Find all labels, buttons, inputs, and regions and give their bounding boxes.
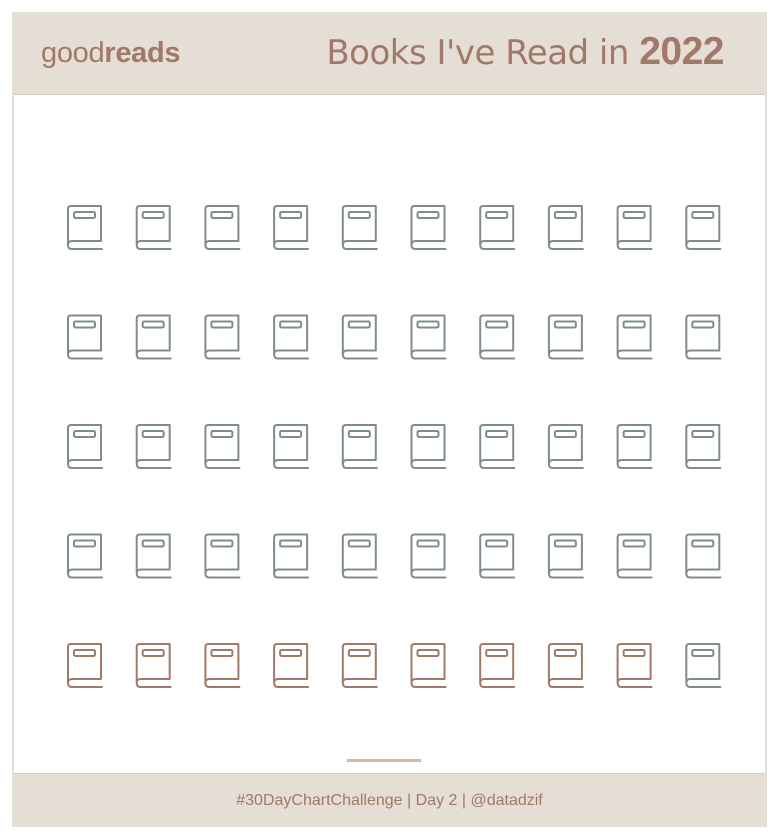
book-icon-unread <box>616 314 653 360</box>
book-icon-unread <box>685 424 722 469</box>
chart-title: Books I've Read in 2022 <box>326 30 724 74</box>
book-icon-unread <box>410 205 447 250</box>
book-icon-unread <box>410 314 447 360</box>
footer-caption: #30DayChartChallenge | Day 2 | @datadzif <box>236 792 543 809</box>
footer-divider <box>347 759 421 762</box>
book-icon-unread <box>273 205 310 250</box>
pictogram-svg <box>67 205 722 688</box>
book-icon-unread <box>341 314 378 360</box>
book-icon-unread <box>547 205 584 250</box>
book-icon-unread <box>135 533 172 579</box>
book-icon-read <box>204 643 241 688</box>
pictogram-plot <box>14 95 765 773</box>
book-icon-read <box>547 643 584 688</box>
book-icon-unread <box>479 424 516 469</box>
book-icon-unread <box>616 205 653 250</box>
book-icon-unread <box>479 314 516 360</box>
book-icon-read <box>67 643 103 688</box>
book-icon-unread <box>204 314 241 360</box>
book-icon-unread <box>67 533 103 579</box>
book-icon-unread <box>547 314 584 360</box>
book-icon-unread <box>616 533 653 579</box>
book-icon-read <box>135 643 172 688</box>
book-icon-unread <box>410 533 447 579</box>
book-icon-read <box>616 643 653 688</box>
chart-title-text: Books I've Read in <box>326 33 640 73</box>
book-icon-unread <box>204 533 241 579</box>
book-icon-unread <box>341 424 378 469</box>
book-icon-unread <box>135 205 172 250</box>
book-icon-unread <box>547 533 584 579</box>
book-icon-unread <box>479 533 516 579</box>
goodreads-logo: goodreads <box>41 37 181 70</box>
book-icon-unread <box>273 314 310 360</box>
logo-light-text: good <box>41 37 105 69</box>
book-icon-unread <box>67 314 103 360</box>
book-icon-unread <box>135 424 172 469</box>
book-icon-unread <box>67 205 103 250</box>
book-icon-unread <box>685 205 722 250</box>
book-icon-unread <box>410 424 447 469</box>
book-icon-unread <box>685 533 722 579</box>
book-icon-read <box>341 643 378 688</box>
book-icon-unread <box>685 643 722 688</box>
book-icon-read <box>273 643 310 688</box>
book-icon-unread <box>204 205 241 250</box>
book-icon-unread <box>135 314 172 360</box>
book-icon-unread <box>273 424 310 469</box>
book-icon-unread <box>341 533 378 579</box>
logo-bold-text: reads <box>104 37 181 69</box>
footer-band: #30DayChartChallenge | Day 2 | @datadzif <box>14 773 765 827</box>
book-icon-read <box>410 643 447 688</box>
book-icon-read <box>479 643 516 688</box>
book-icon-unread <box>204 424 241 469</box>
book-icon-unread <box>547 424 584 469</box>
chart-frame: goodreads Books I've Read in 2022 #30Day… <box>12 12 767 827</box>
book-icon-unread <box>685 314 722 360</box>
chart-title-year: 2022 <box>639 30 724 73</box>
book-icon-unread <box>479 205 516 250</box>
book-icon-unread <box>67 424 103 469</box>
book-icon-unread <box>341 205 378 250</box>
header-band: goodreads Books I've Read in 2022 <box>14 12 765 95</box>
book-icon-unread <box>273 533 310 579</box>
book-icon-unread <box>616 424 653 469</box>
